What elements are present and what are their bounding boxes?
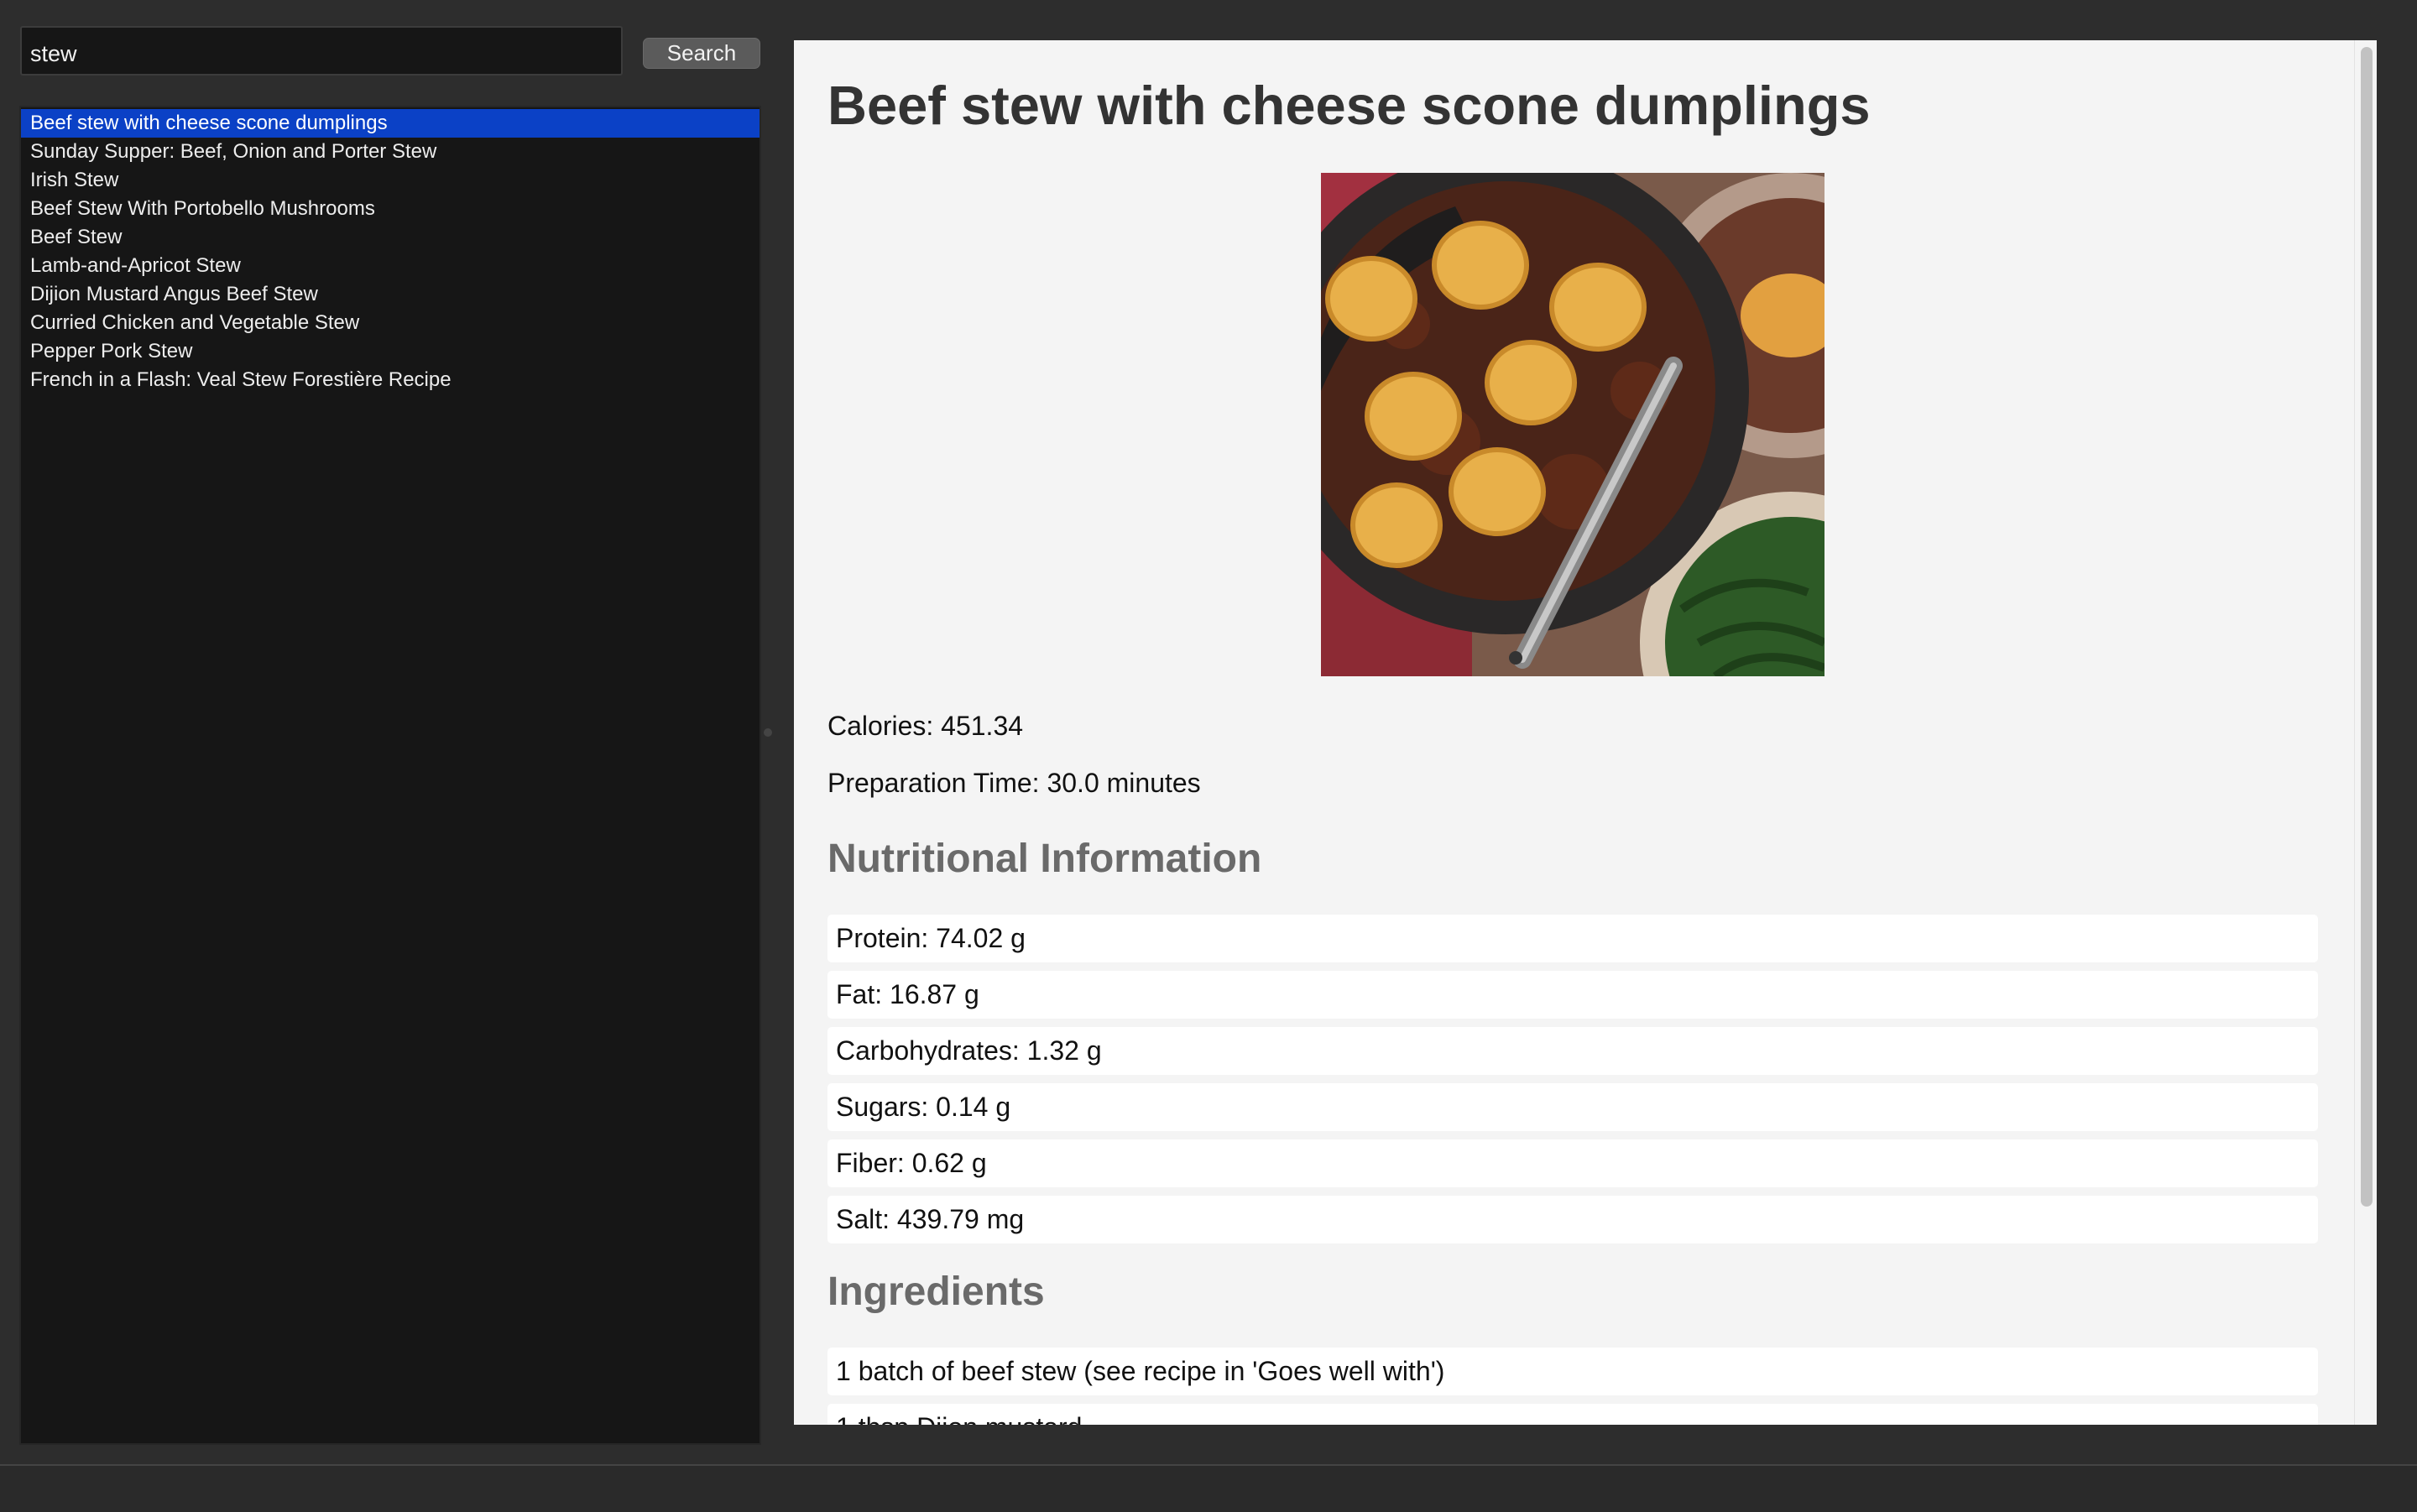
- nutrition-item: Protein: 74.02 g: [827, 915, 2318, 962]
- search-button[interactable]: Search: [643, 38, 760, 69]
- recipe-result-item[interactable]: Beef Stew With Portobello Mushrooms: [21, 195, 760, 223]
- nutrition-item: Sugars: 0.14 g: [827, 1083, 2318, 1131]
- recipe-result-item[interactable]: Beef Stew: [21, 223, 760, 252]
- recipe-result-item[interactable]: Irish Stew: [21, 166, 760, 195]
- recipe-result-item[interactable]: French in a Flash: Veal Stew Forestière …: [21, 366, 760, 394]
- nutrition-item: Carbohydrates: 1.32 g: [827, 1027, 2318, 1075]
- scrollbar-thumb[interactable]: [2361, 47, 2373, 1207]
- nutrition-item: Salt: 439.79 mg: [827, 1196, 2318, 1243]
- calories-text: Calories: 451.34: [827, 711, 1024, 741]
- recipe-photo: [1321, 173, 1824, 676]
- recipe-detail-content: Beef stew with cheese scone dumplings Ca…: [827, 40, 2318, 1425]
- ingredient-item: 1 batch of beef stew (see recipe in 'Goe…: [827, 1348, 2318, 1395]
- prep-time-text: Preparation Time: 30.0 minutes: [827, 768, 1201, 798]
- nutrition-list: Protein: 74.02 g Fat: 16.87 g Carbohydrate…: [827, 915, 2318, 1243]
- status-bar: [0, 1464, 2417, 1512]
- recipe-result-item[interactable]: Curried Chicken and Vegetable Stew: [21, 309, 760, 337]
- recipe-detail-panel[interactable]: Beef stew with cheese scone dumplings Ca…: [794, 40, 2377, 1425]
- recipe-result-item[interactable]: Beef stew with cheese scone dumplings: [21, 109, 760, 138]
- ingredient-item: 1 tbsp Dijon mustard: [827, 1404, 2318, 1425]
- detail-scrollbar[interactable]: [2354, 40, 2377, 1425]
- ingredients-list: 1 batch of beef stew (see recipe in 'Goe…: [827, 1348, 2318, 1425]
- ingredients-heading: Ingredients: [827, 1270, 1045, 1314]
- recipe-result-item[interactable]: Pepper Pork Stew: [21, 337, 760, 366]
- recipe-results-list[interactable]: Beef stew with cheese scone dumplings Sun…: [19, 106, 761, 1445]
- splitter-handle[interactable]: [764, 728, 772, 737]
- recipe-result-item[interactable]: Dijion Mustard Angus Beef Stew: [21, 280, 760, 309]
- search-input[interactable]: [20, 26, 623, 76]
- recipe-result-item[interactable]: Sunday Supper: Beef, Onion and Porter St…: [21, 138, 760, 166]
- recipe-result-item[interactable]: Lamb-and-Apricot Stew: [21, 252, 760, 280]
- recipe-title: Beef stew with cheese scone dumplings: [827, 75, 1871, 136]
- nutrition-item: Fat: 16.87 g: [827, 971, 2318, 1019]
- nutrition-item: Fiber: 0.62 g: [827, 1139, 2318, 1187]
- nutrition-heading: Nutritional Information: [827, 837, 1262, 881]
